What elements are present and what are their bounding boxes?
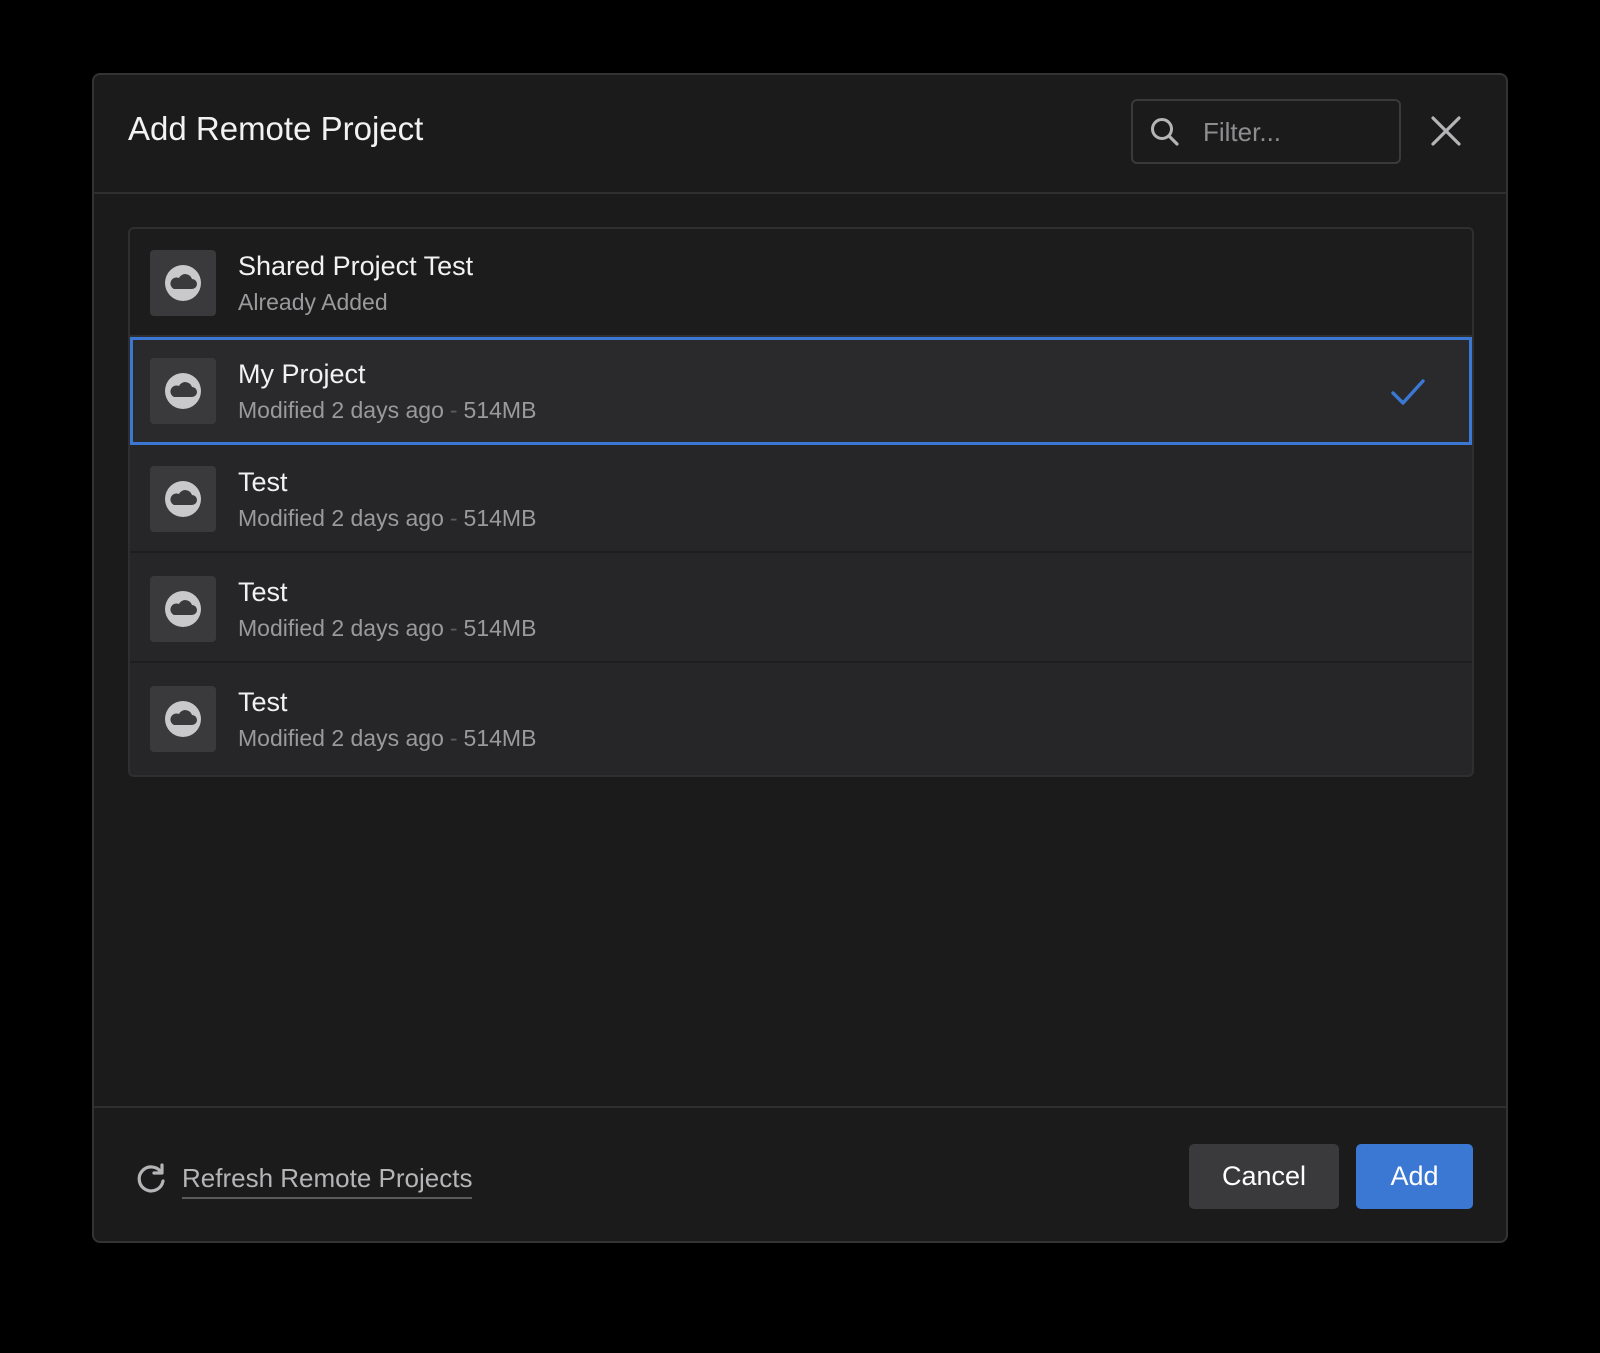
cloud-icon [165,373,201,409]
add-button[interactable]: Add [1356,1144,1473,1209]
project-thumbnail [150,466,216,532]
refresh-icon [137,1163,165,1193]
project-status: Already Added [238,289,388,315]
project-thumbnail [150,686,216,752]
cloud-icon [165,481,201,517]
project-name: My Project [238,359,366,389]
meta-separator: - [449,397,458,423]
project-row-my-project[interactable]: My Project Modified 2 days ago -514MB [130,337,1472,445]
cancel-button[interactable]: Cancel [1189,1144,1339,1209]
project-modified: Modified 2 days ago [238,725,444,751]
project-name: Test [238,577,288,607]
dialog-title: Add Remote Project [128,110,424,147]
search-icon [1151,118,1179,146]
project-size: 514MB [463,397,537,423]
project-name: Shared Project Test [238,251,474,281]
filter-input[interactable] [1203,109,1388,155]
project-size: 514MB [463,615,537,641]
close-icon[interactable] [1428,113,1464,149]
project-meta: Modified 2 days ago -514MB [238,613,536,643]
refresh-label: Refresh Remote Projects [182,1161,473,1199]
project-name: Test [238,467,288,497]
project-row-shared-project-test: Shared Project Test Already Added [130,229,1472,337]
project-list: Shared Project Test Already Added My Pro… [128,227,1474,777]
check-icon [1391,379,1425,405]
cloud-icon [165,265,201,301]
project-modified: Modified 2 days ago [238,615,444,641]
project-size: 514MB [463,505,537,531]
project-thumbnail [150,250,216,316]
dialog-footer: Refresh Remote Projects Cancel Add [94,1106,1506,1241]
add-remote-project-dialog: Add Remote Project Shared Project Test A… [92,73,1508,1243]
meta-separator: - [449,615,458,641]
project-size: 514MB [463,725,537,751]
dialog-header: Add Remote Project [94,75,1506,194]
project-meta: Modified 2 days ago -514MB [238,395,536,425]
project-modified: Modified 2 days ago [238,397,444,423]
project-meta: Modified 2 days ago -514MB [238,723,536,753]
project-meta: Modified 2 days ago -514MB [238,503,536,533]
cloud-icon [165,591,201,627]
cloud-icon [165,701,201,737]
project-row-test[interactable]: Test Modified 2 days ago -514MB [130,445,1472,553]
project-row-test[interactable]: Test Modified 2 days ago -514MB [130,555,1472,663]
project-row-test[interactable]: Test Modified 2 days ago -514MB [130,665,1472,773]
project-thumbnail [150,358,216,424]
filter-box[interactable] [1131,99,1401,164]
project-modified: Modified 2 days ago [238,505,444,531]
project-thumbnail [150,576,216,642]
meta-separator: - [449,505,458,531]
meta-separator: - [449,725,458,751]
project-name: Test [238,687,288,717]
